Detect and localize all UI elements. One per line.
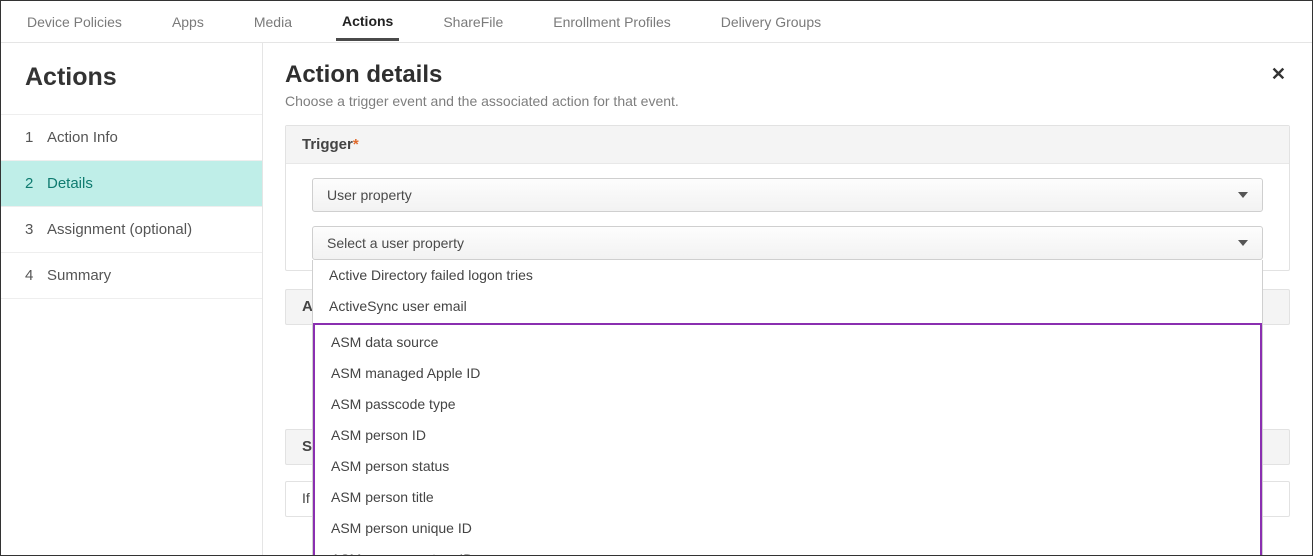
page-subtitle: Choose a trigger event and the associate… [285,93,679,109]
tab-device-policies[interactable]: Device Policies [21,4,128,39]
user-property-option[interactable]: Active Directory failed logon tries [313,260,1262,291]
top-tab-bar: Device Policies Apps Media Actions Share… [1,1,1312,43]
step-details[interactable]: 2 Details [1,161,262,207]
required-mark: * [353,136,359,153]
trigger-panel: Trigger* User property Select a user pro… [285,125,1290,271]
tab-enrollment-profiles[interactable]: Enrollment Profiles [547,4,677,39]
user-property-option[interactable]: ASM passcode type [315,389,1260,420]
trigger-label: Trigger [302,136,353,153]
tab-apps[interactable]: Apps [166,4,210,39]
close-icon[interactable]: ✕ [1267,61,1290,87]
main-layout: Actions 1 Action Info 2 Details 3 Assign… [1,43,1312,555]
step-summary[interactable]: 4 Summary [1,253,262,299]
page-title: Action details [285,61,679,89]
user-property-option[interactable]: ASM person unique ID [315,513,1260,544]
trigger-type-select[interactable]: User property [312,178,1263,212]
step-label: Action Info [47,129,118,146]
user-property-option[interactable]: ASM source system ID [315,544,1260,555]
user-property-dropdown[interactable]: Active Directory failed logon triesActiv… [312,260,1263,555]
user-property-select[interactable]: Select a user property [312,226,1263,260]
asm-highlight-box: ASM data sourceASM managed Apple IDASM p… [313,323,1262,555]
trigger-panel-header: Trigger* [286,126,1289,164]
step-assignment[interactable]: 3 Assignment (optional) [1,207,262,253]
step-number: 1 [25,129,39,146]
sidebar-title: Actions [1,63,262,114]
user-property-option[interactable]: ASM person title [315,482,1260,513]
step-number: 4 [25,267,39,284]
user-property-value: Select a user property [327,235,464,251]
tab-delivery-groups[interactable]: Delivery Groups [715,4,827,39]
wizard-sidebar: Actions 1 Action Info 2 Details 3 Assign… [1,43,263,555]
trigger-type-value: User property [327,187,412,203]
step-label: Details [47,175,93,192]
user-property-option[interactable]: ASM person status [315,451,1260,482]
content-header: Action details Choose a trigger event an… [285,61,1290,125]
tab-actions[interactable]: Actions [336,3,399,41]
user-property-option[interactable]: ActiveSync user email [313,291,1262,322]
user-property-option[interactable]: ASM person ID [315,420,1260,451]
step-number: 3 [25,221,39,238]
step-number: 2 [25,175,39,192]
step-label: Assignment (optional) [47,221,192,238]
user-property-dropdown-wrapper: Select a user property Active Directory … [312,226,1263,260]
tab-sharefile[interactable]: ShareFile [437,4,509,39]
chevron-down-icon [1238,192,1248,198]
trigger-panel-body: User property Select a user property Act… [286,164,1289,270]
content-pane: Action details Choose a trigger event an… [263,43,1312,555]
chevron-down-icon [1238,240,1248,246]
step-action-info[interactable]: 1 Action Info [1,114,262,161]
step-label: Summary [47,267,111,284]
tab-media[interactable]: Media [248,4,298,39]
user-property-option[interactable]: ASM data source [315,327,1260,358]
user-property-option[interactable]: ASM managed Apple ID [315,358,1260,389]
wizard-steps: 1 Action Info 2 Details 3 Assignment (op… [1,114,262,299]
